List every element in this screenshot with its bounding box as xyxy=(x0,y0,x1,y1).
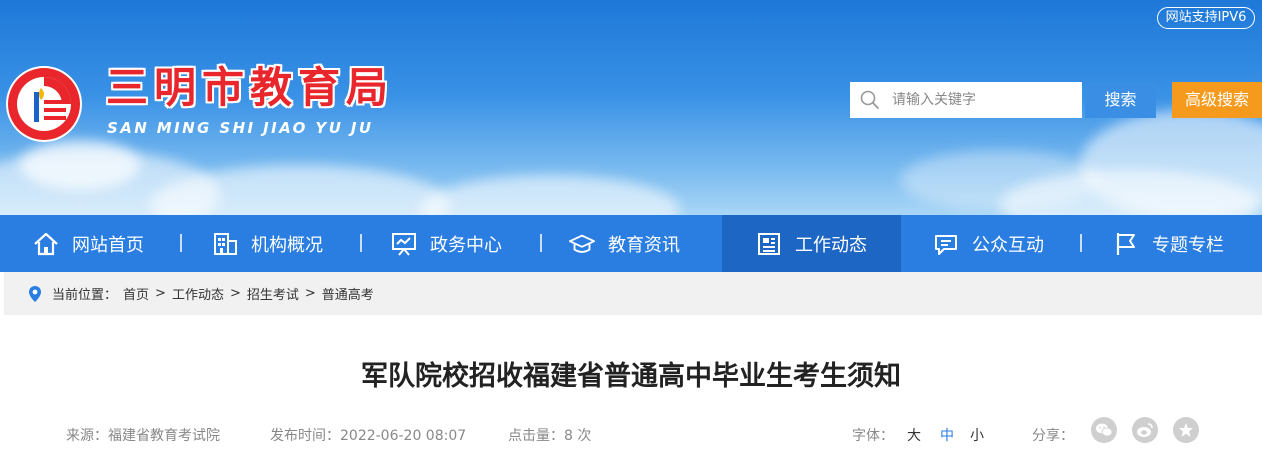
wechat-icon[interactable] xyxy=(1091,417,1117,443)
home-icon xyxy=(32,230,60,258)
font-size-medium[interactable]: 中 xyxy=(940,425,954,445)
site-pinyin: SAN MING SHI JIAO YU JU xyxy=(107,119,374,137)
chat-icon xyxy=(932,230,960,258)
nav-item-government[interactable]: 政务中心 xyxy=(390,215,502,272)
share-label: 分享： xyxy=(1032,428,1074,444)
nav-label: 专题专栏 xyxy=(1152,234,1224,256)
breadcrumb-separator: > xyxy=(155,286,166,301)
flag-icon xyxy=(1112,230,1140,258)
nav-item-public-interaction[interactable]: 公众互动 xyxy=(932,215,1044,272)
favorite-icon[interactable] xyxy=(1173,417,1199,443)
weibo-icon[interactable] xyxy=(1132,417,1158,443)
site-title[interactable]: 三明市教育局 xyxy=(106,64,394,112)
breadcrumb-link-home[interactable]: 首页 xyxy=(123,284,149,303)
ipv6-badge: 网站支持IPV6 xyxy=(1157,7,1255,29)
font-size-large[interactable]: 大 xyxy=(907,425,921,445)
breadcrumb-link-admissions[interactable]: 招生考试 xyxy=(247,284,299,303)
nav-item-work-updates[interactable]: 工作动态 xyxy=(722,215,901,272)
site-header: 网站支持IPV6 三明市教育局 SAN MING SHI JIAO YU JU … xyxy=(0,0,1262,215)
nav-label: 工作动态 xyxy=(795,234,867,256)
nav-divider xyxy=(360,234,362,252)
article-publish-time: 发布时间：2022-06-20 08:07 xyxy=(270,425,466,445)
nav-item-organization[interactable]: 机构概况 xyxy=(211,215,323,272)
nav-divider xyxy=(180,234,182,252)
nav-label: 公众互动 xyxy=(972,234,1044,256)
news-icon xyxy=(755,230,783,258)
breadcrumb-separator: > xyxy=(304,286,316,301)
article-hits: 点击量：8 次 xyxy=(508,425,591,445)
search-icon xyxy=(860,90,879,109)
hits-label: 点击量： xyxy=(508,428,564,444)
font-size-label: 字体： xyxy=(852,428,894,444)
search-box xyxy=(850,82,1082,118)
breadcrumb: 当前位置： 首页 > 工作动态 > 招生考试 > 普通高考 xyxy=(28,272,374,315)
breadcrumb-link-college-entrance[interactable]: 普通高考 xyxy=(322,284,374,303)
presentation-icon xyxy=(390,230,418,258)
publish-label: 发布时间： xyxy=(270,428,340,444)
breadcrumb-bar: 当前位置： 首页 > 工作动态 > 招生考试 > 普通高考 xyxy=(4,272,1262,315)
building-icon xyxy=(211,230,239,258)
breadcrumb-link-work-updates[interactable]: 工作动态 xyxy=(172,284,224,303)
nav-item-home[interactable]: 网站首页 xyxy=(32,215,144,272)
source-value: 福建省教育考试院 xyxy=(108,428,220,444)
nav-item-special-topics[interactable]: 专题专栏 xyxy=(1112,215,1224,272)
nav-item-education-news[interactable]: 教育资讯 xyxy=(568,215,680,272)
nav-label: 教育资讯 xyxy=(608,234,680,256)
logo-icon[interactable] xyxy=(4,64,84,144)
search-button[interactable]: 搜索 xyxy=(1085,82,1156,118)
breadcrumb-separator: > xyxy=(229,286,241,301)
publish-value: 2022-06-20 08:07 xyxy=(340,428,467,444)
nav-divider xyxy=(540,234,542,252)
nav-label: 网站首页 xyxy=(72,234,144,256)
nav-divider xyxy=(1080,234,1082,252)
main-nav: 网站首页 机构概况 政务中心 教育资讯 工作动态 公众互动 专题专栏 xyxy=(0,215,1262,272)
graduation-cap-icon xyxy=(568,230,596,258)
advanced-search-button[interactable]: 高级搜索 xyxy=(1172,82,1262,118)
location-pin-icon xyxy=(28,285,42,303)
font-size-small[interactable]: 小 xyxy=(970,425,984,445)
search-input[interactable] xyxy=(892,82,1076,118)
source-label: 来源： xyxy=(66,428,108,444)
hits-value: 8 次 xyxy=(564,428,592,444)
nav-label: 政务中心 xyxy=(430,234,502,256)
nav-label: 机构概况 xyxy=(251,234,323,256)
article-title: 军队院校招收福建省普通高中毕业生考生须知 xyxy=(361,361,901,392)
breadcrumb-prefix: 当前位置： xyxy=(52,288,118,303)
article-source: 来源：福建省教育考试院 xyxy=(66,425,220,445)
